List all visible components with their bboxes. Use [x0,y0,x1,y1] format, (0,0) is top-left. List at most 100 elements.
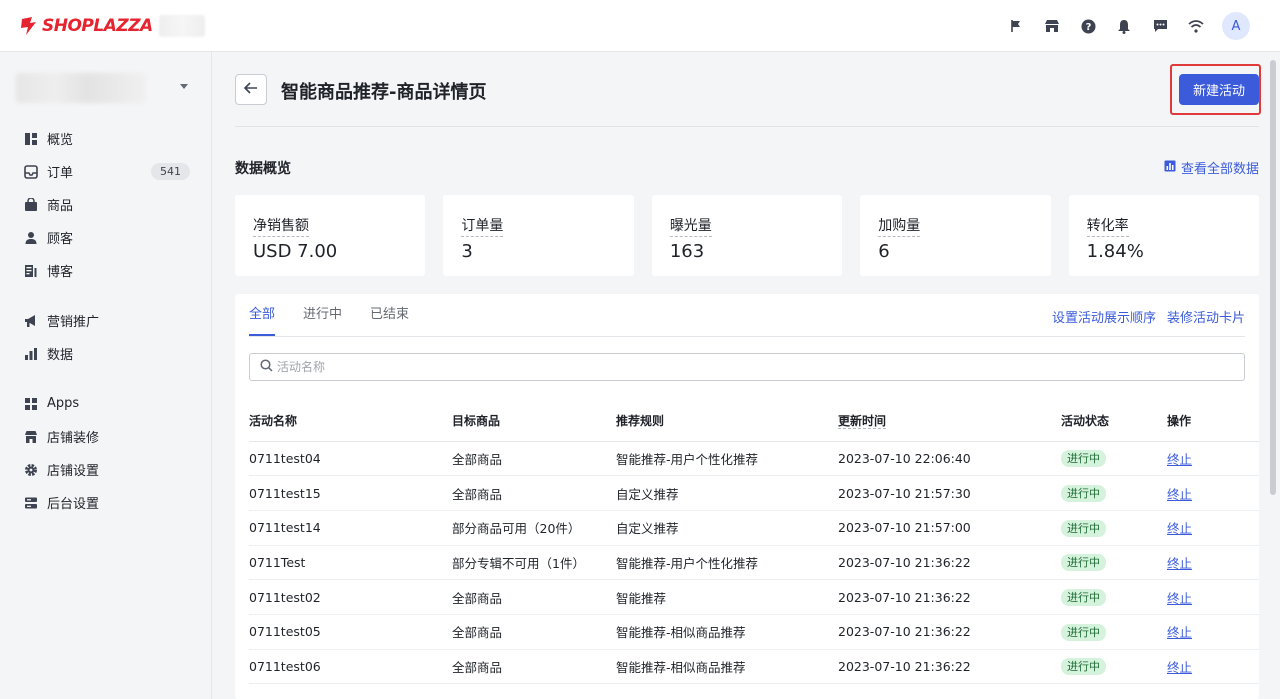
sidebar-item-label: 博客 [47,265,74,280]
chart-icon [24,347,38,361]
terminate-link[interactable]: 终止 [1167,452,1192,467]
brand-logo[interactable]: SHOPLAZZA [20,14,205,38]
blurred-store-switcher-name [16,73,146,103]
column-header-label: 更新时间 [838,414,887,430]
brand-name: SHOPLAZZA [42,16,153,36]
sidebar-item-label: Apps [47,396,80,411]
flag-icon[interactable] [998,8,1034,44]
svg-text:?: ? [1085,22,1091,33]
cell-action: 终止 [1167,475,1259,511]
sidebar-item-marketing[interactable]: 营销推广 [0,304,212,337]
store-icon[interactable] [1034,8,1070,44]
sidebar-item-label: 店铺设置 [47,464,100,479]
table-row: 0711test14 部分商品可用（20件） 自定义推荐 2023-07-10 … [249,510,1259,546]
cell-updated-time: 2023-07-10 21:36:22 [838,579,1061,615]
message-icon[interactable] [1142,8,1178,44]
blog-icon [24,264,38,278]
cell-updated-time: 2023-07-10 21:36:22 [838,649,1061,685]
table-row: 0711test05 全部商品 智能推荐-相似商品推荐 2023-07-10 2… [249,614,1259,650]
back-button[interactable] [235,74,267,105]
metric-value: 1.84% [1086,241,1144,262]
terminate-link[interactable]: 终止 [1167,556,1192,571]
user-avatar[interactable]: A [1222,12,1250,40]
activity-search [249,353,1245,381]
activity-search-input[interactable] [277,360,1244,374]
sidebar-item-overview[interactable]: 概览 [0,122,212,155]
cell-status: 进行中 [1061,545,1167,581]
store-decor-icon [24,430,38,444]
cell-activity-name: 0711test14 [249,510,452,546]
help-icon[interactable]: ? [1070,8,1106,44]
store-switcher[interactable] [16,72,196,104]
cell-updated-time: 2023-07-10 21:36:22 [838,614,1061,650]
sidebar-item-orders[interactable]: 订单 541 [0,155,212,188]
activity-table-panel: 全部 进行中 已结束 设置活动展示顺序 装修活动卡片 活动名称 目标商品 推荐规… [235,294,1259,699]
sidebar-item-apps[interactable]: Apps [0,387,212,420]
set-display-order-link[interactable]: 设置活动展示顺序 [1052,307,1156,326]
metric-value: USD 7.00 [253,241,338,262]
status-badge: 进行中 [1061,554,1106,572]
tab-in-progress[interactable]: 进行中 [303,294,342,336]
column-header: 目标商品 [452,401,616,442]
table-row: 0711Test 部分专辑不可用（1件） 智能推荐-用户个性化推荐 2023-0… [249,545,1259,581]
sidebar: 概览 订单 541 商品 顾客 博客 营销推广 数据 Apps 店铺装修 店铺设… [0,52,212,699]
apps-icon [24,397,38,411]
sidebar-item-analytics[interactable]: 数据 [0,337,212,370]
sidebar-item-customers[interactable]: 顾客 [0,221,212,254]
sidebar-item-admin-settings[interactable]: 后台设置 [0,486,212,519]
page-scrollbar[interactable] [1270,60,1276,495]
sidebar-item-label: 营销推广 [47,315,100,330]
new-activity-button[interactable]: 新建活动 [1179,74,1259,105]
column-header: 活动状态 [1061,401,1167,442]
sidebar-item-label: 后台设置 [47,497,100,512]
nav-group-marketing: 营销推广 数据 [0,304,212,370]
cell-status: 进行中 [1061,579,1167,615]
terminate-link[interactable]: 终止 [1167,591,1192,606]
sidebar-item-store-settings[interactable]: 店铺设置 [0,453,212,486]
terminate-link[interactable]: 终止 [1167,521,1192,536]
cell-target-products: 全部商品 [452,475,616,511]
sidebar-item-products[interactable]: 商品 [0,188,212,221]
view-all-data-link[interactable]: 查看全部数据 [1164,158,1259,177]
column-header[interactable]: 更新时间 [838,401,1061,442]
server-icon [24,496,38,510]
cell-activity-name: 0711test15 [249,475,452,511]
cell-activity-name: 0711test02 [249,579,452,615]
top-bar: SHOPLAZZA ? A [0,0,1280,52]
terminate-link[interactable]: 终止 [1167,660,1192,675]
cell-action: 终止 [1167,614,1259,650]
tab-ended[interactable]: 已结束 [370,294,409,336]
metric-card-add-to-cart: 加购量 6 [860,195,1051,276]
table-row: 0711test15 全部商品 自定义推荐 2023-07-10 21:57:3… [249,475,1259,511]
status-badge: 进行中 [1061,519,1106,537]
metric-label: 加购量 [878,215,921,237]
table-actions: 设置活动展示顺序 装修活动卡片 [1052,307,1245,326]
wifi-icon[interactable] [1178,8,1214,44]
caret-down-icon [180,84,188,89]
status-badge: 进行中 [1061,485,1106,503]
sidebar-item-store-design[interactable]: 店铺装修 [0,420,212,453]
nav-group-main: 概览 订单 541 商品 顾客 博客 [0,122,212,287]
sidebar-item-label: 顾客 [47,232,74,247]
arrow-left-icon [243,82,258,97]
cell-status: 进行中 [1061,475,1167,511]
table-row: 0711test04 全部商品 智能推荐-用户个性化推荐 2023-07-10 … [249,441,1259,477]
tab-all[interactable]: 全部 [249,294,276,336]
bell-icon[interactable] [1106,8,1142,44]
cell-activity-name: 0711test04 [249,441,452,477]
main-content: 智能商品推荐-商品详情页 新建活动 数据概览 查看全部数据 净销售额 USD 7… [213,52,1267,699]
sidebar-item-blog[interactable]: 博客 [0,254,212,287]
column-header: 操作 [1167,401,1259,442]
cell-rule: 智能推荐 [616,579,838,615]
cell-target-products: 部分专辑不可用（1件） [452,545,616,581]
nav-group-settings: Apps 店铺装修 店铺设置 后台设置 [0,387,212,519]
decorate-card-link[interactable]: 装修活动卡片 [1167,307,1245,326]
section-title: 数据概览 [235,161,291,177]
order-count-badge: 541 [151,163,190,180]
cell-activity-name: 0711Test [249,545,452,581]
terminate-link[interactable]: 终止 [1167,487,1192,502]
activity-table: 活动名称 目标商品 推荐规则 更新时间 活动状态 操作 0711test04 全… [249,401,1259,685]
search-icon [260,358,273,376]
terminate-link[interactable]: 终止 [1167,625,1192,640]
page-title: 智能商品推荐-商品详情页 [281,82,487,103]
